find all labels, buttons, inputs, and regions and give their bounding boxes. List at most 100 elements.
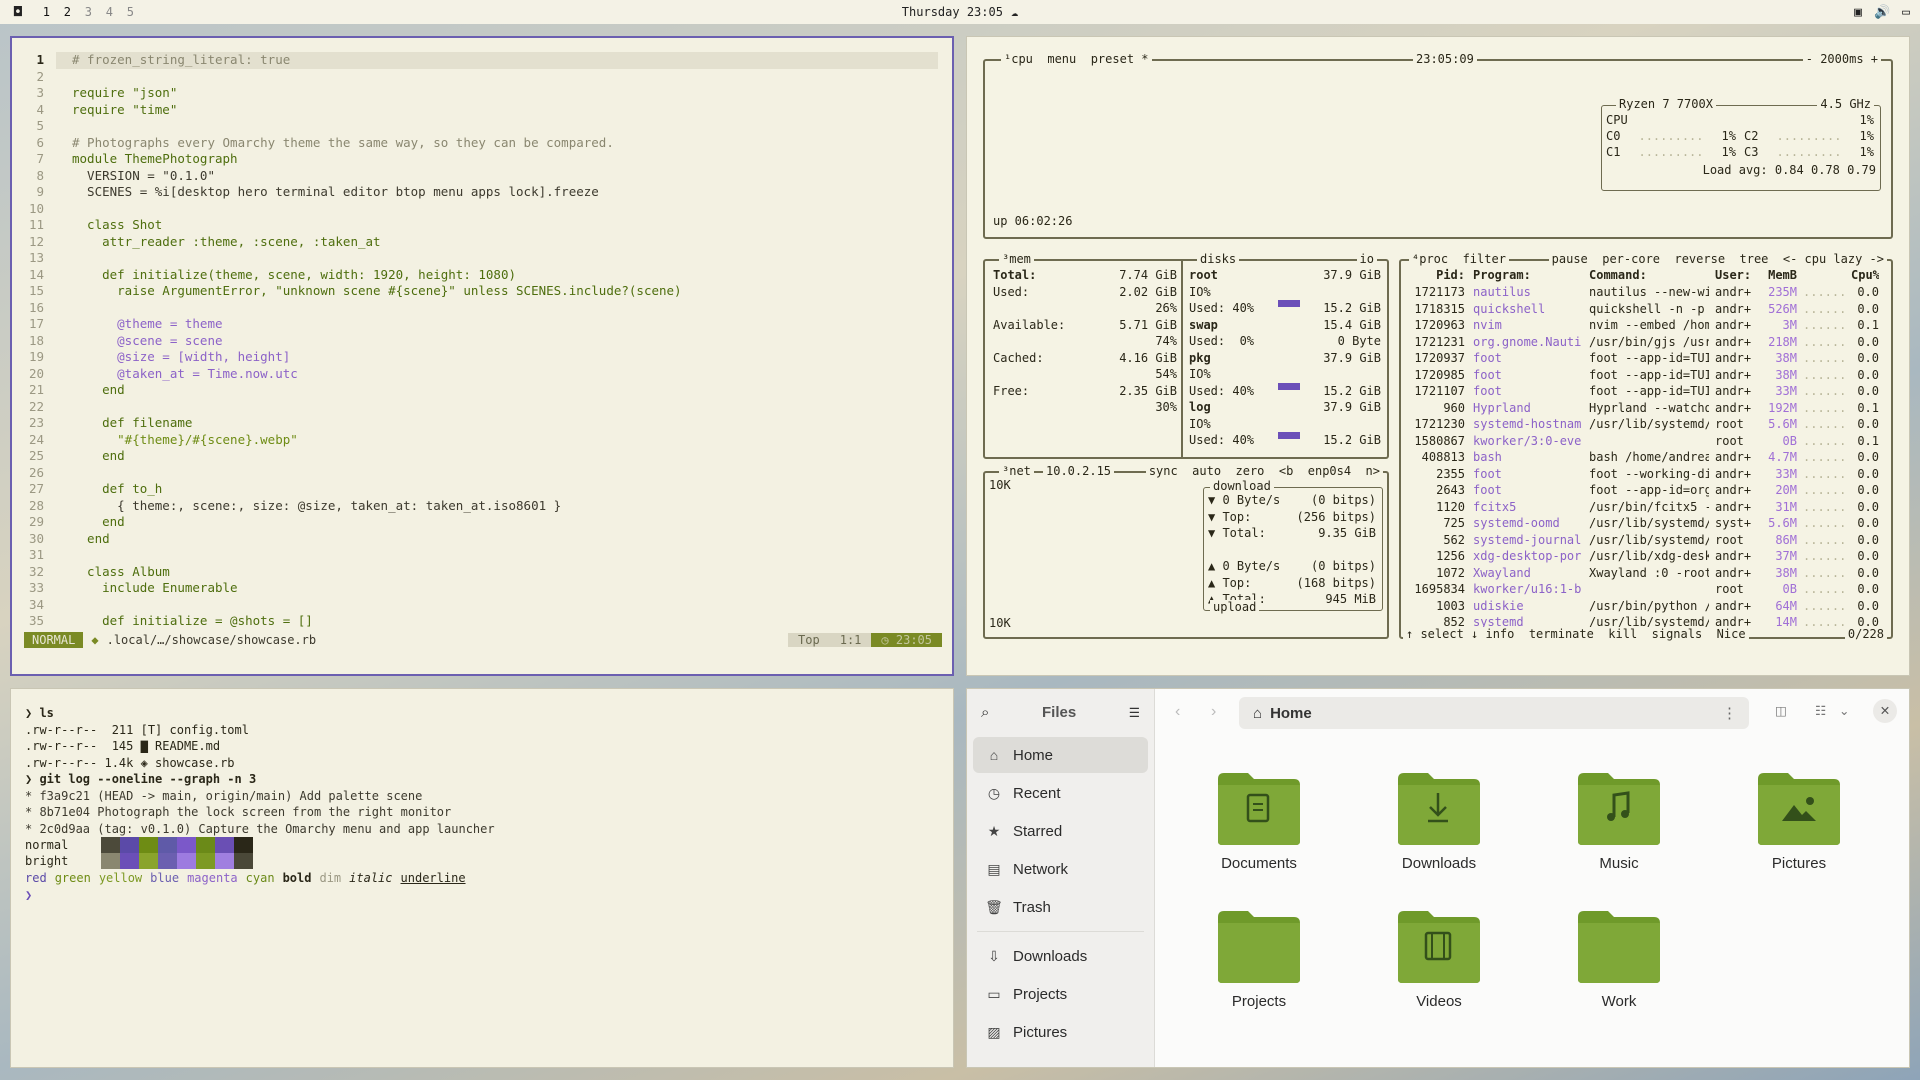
sidebar-item-recent[interactable]: ◷ Recent	[973, 775, 1148, 811]
code-line[interactable]: 21 end	[12, 382, 952, 399]
proc-row[interactable]: 960 Hyprland Hyprland --watchdo andr+ 192M..…	[1401, 400, 1879, 417]
cpu-tabs[interactable]: ¹cpu menu preset *	[1001, 52, 1152, 66]
code-line[interactable]: 7 module ThemePhotograph	[12, 151, 952, 168]
code-line[interactable]: 22	[12, 399, 952, 416]
proc-title[interactable]: ⁴proc filter	[1409, 252, 1509, 266]
code-line[interactable]: 19 @size = [width, height]	[12, 349, 952, 366]
terminal-window[interactable]: ❯ ls .rw-r--r-- 211 [T] config.toml .rw-r-…	[10, 688, 954, 1068]
io-toggle[interactable]: io	[1356, 252, 1377, 266]
code-line[interactable]: 25 end	[12, 448, 952, 465]
code-line[interactable]: 16	[12, 300, 952, 317]
view-list-icon[interactable]: ☷	[1815, 703, 1826, 718]
proc-row[interactable]: 1072 Xwayland Xwayland :0 -rootl andr+ 38M..…	[1401, 565, 1879, 582]
neovim-window[interactable]: 1 # frozen_string_literal: true 2 3 require …	[10, 36, 954, 676]
menu-icon[interactable]: ☰	[1129, 705, 1140, 720]
location-bar[interactable]: ⌂ Home ⋮	[1239, 697, 1749, 729]
location-menu-icon[interactable]: ⋮	[1722, 704, 1737, 722]
proc-row[interactable]: 725 systemd-oomd/usr/lib/systemd/s syst+ 5.…	[1401, 515, 1879, 532]
sidebar-item-trash[interactable]: 🗑 Trash	[973, 889, 1148, 925]
proc-col-header[interactable]: Program:	[1465, 267, 1581, 284]
folder-projects[interactable]: Projects	[1199, 909, 1319, 1010]
proc-row[interactable]: 1720985 foot foot --app-id=TUI. andr+ 38M...…	[1401, 367, 1879, 384]
screen-record-icon[interactable]: ▣	[1854, 5, 1862, 20]
close-icon[interactable]: ✕	[1873, 699, 1897, 723]
code-line[interactable]: 1 # frozen_string_literal: true	[12, 52, 952, 69]
code-line[interactable]: 23 def filename	[12, 415, 952, 432]
folder-downloads[interactable]: Downloads	[1379, 771, 1499, 872]
proc-row[interactable]: 1720937 foot foot --app-id=TUI. andr+ 38M...…	[1401, 350, 1879, 367]
sidebar-item-starred[interactable]: ★ Starred	[973, 813, 1148, 849]
proc-row[interactable]: 1721173 nautilus nautilus --new-win andr+ 23…	[1401, 284, 1879, 301]
workspace-4[interactable]: 4	[99, 5, 120, 19]
code-line[interactable]: 18 @scene = scene	[12, 333, 952, 350]
code-line[interactable]: 35 def initialize = @shots = []	[12, 613, 952, 630]
volume-icon[interactable]: 🔊	[1874, 5, 1890, 20]
prompt[interactable]: ❯	[25, 887, 32, 904]
omarchy-logo-icon[interactable]: ◘	[14, 5, 22, 20]
proc-footer[interactable]: ↑ select ↓ info terminate kill signals N…	[1403, 627, 1749, 641]
code-line[interactable]: 26	[12, 465, 952, 482]
proc-row[interactable]: 2355 foot foot --working-dir andr+ 33M......…	[1401, 466, 1879, 483]
forward-icon[interactable]: ›	[1211, 703, 1216, 721]
cpu-interval[interactable]: - 2000ms +	[1802, 52, 1881, 66]
code-line[interactable]: 32 class Album	[12, 564, 952, 581]
proc-row[interactable]: 1003 udiskie/usr/bin/python /u andr+ 64M...…	[1401, 598, 1879, 615]
workspace-5[interactable]: 5	[120, 5, 141, 19]
proc-col-header[interactable]: User:	[1709, 267, 1757, 284]
code-line[interactable]: 17 @theme = theme	[12, 316, 952, 333]
folder-documents[interactable]: Documents	[1199, 771, 1319, 872]
code-line[interactable]: 34	[12, 597, 952, 614]
files-window[interactable]: ⌕ Files ☰ ⌂ Home ◷ Recent ★ Starred ▤ Network 🗑 T…	[966, 688, 1910, 1068]
clock[interactable]: Thursday 23:05 ☁	[902, 5, 1018, 19]
proc-row[interactable]: 1721230 systemd-hostnam/usr/lib/systemd/s…	[1401, 416, 1879, 433]
screenshot-icon[interactable]: ◫	[1775, 703, 1787, 718]
code-line[interactable]: 4 require "time"	[12, 102, 952, 119]
folder-work[interactable]: Work	[1559, 909, 1679, 1010]
proc-row[interactable]: 1720963 nvim nvim --embed /home andr+ 3M....…	[1401, 317, 1879, 334]
code-line[interactable]: 5	[12, 118, 952, 135]
folder-music[interactable]: Music	[1559, 771, 1679, 872]
proc-col-header[interactable]: Pid:	[1401, 267, 1465, 284]
search-icon[interactable]: ⌕	[981, 704, 989, 721]
sidebar-item-projects[interactable]: ▭ Projects	[973, 976, 1148, 1012]
proc-options[interactable]: pause per-core reverse tree <- cpu lazy …	[1548, 252, 1887, 266]
proc-col-header[interactable]: Cpu%	[1851, 267, 1879, 284]
code-buffer[interactable]: 1 # frozen_string_literal: true 2 3 require …	[12, 52, 952, 630]
code-line[interactable]: 3 require "json"	[12, 85, 952, 102]
proc-col-header[interactable]	[1797, 267, 1851, 284]
folder-pictures[interactable]: Pictures	[1739, 771, 1859, 872]
proc-row[interactable]: 1718315 quickshell quickshell -n -p / andr+…	[1401, 301, 1879, 318]
code-line[interactable]: 10	[12, 201, 952, 218]
code-line[interactable]: 13	[12, 250, 952, 267]
proc-row[interactable]: 1721231 org.gnome.Nauti/usr/bin/gjs /usr/…	[1401, 334, 1879, 351]
code-line[interactable]: 29 end	[12, 514, 952, 531]
code-line[interactable]: 31	[12, 547, 952, 564]
code-line[interactable]: 24 "#{theme}/#{scene}.webp"	[12, 432, 952, 449]
workspace-2[interactable]: 2	[57, 5, 78, 19]
proc-col-header[interactable]: Command:	[1581, 267, 1709, 284]
back-icon[interactable]: ‹	[1175, 703, 1180, 721]
proc-row[interactable]: 1695834 kworker/u16:1-bt root 0B...... 0.0	[1401, 581, 1879, 598]
proc-row[interactable]: 2643 foot foot --app-id=org. andr+ 20M......…	[1401, 482, 1879, 499]
code-line[interactable]: 9 SCENES = %i[desktop hero terminal edit…	[12, 184, 952, 201]
chevron-down-icon[interactable]: ⌄	[1839, 703, 1849, 718]
code-line[interactable]: 8 VERSION = "0.1.0"	[12, 168, 952, 185]
code-line[interactable]: 33 include Enumerable	[12, 580, 952, 597]
sidebar-item-network[interactable]: ▤ Network	[973, 851, 1148, 887]
folder-videos[interactable]: Videos	[1379, 909, 1499, 1010]
proc-col-header[interactable]: MemB	[1757, 267, 1797, 284]
code-line[interactable]: 11 class Shot	[12, 217, 952, 234]
net-options[interactable]: sync auto zero <b enp0s4 n>	[1145, 464, 1383, 478]
btop-window[interactable]: ¹cpu menu preset * 23:05:09 - 2000ms + R…	[966, 36, 1910, 676]
code-line[interactable]: 2	[12, 69, 952, 86]
code-line[interactable]: 30 end	[12, 531, 952, 548]
sidebar-item-downloads[interactable]: ⇩ Downloads	[973, 938, 1148, 974]
code-line[interactable]: 20 @taken_at = Time.now.utc	[12, 366, 952, 383]
notification-icon[interactable]: ▭	[1902, 5, 1910, 20]
sidebar-item-home[interactable]: ⌂ Home	[973, 737, 1148, 773]
code-line[interactable]: 27 def to_h	[12, 481, 952, 498]
code-line[interactable]: 28 { theme:, scene:, size: @size, taken_…	[12, 498, 952, 515]
proc-row[interactable]: 562 systemd-journal/usr/lib/systemd/s root…	[1401, 532, 1879, 549]
process-table[interactable]: 1721173 nautilus nautilus --new-win andr+ 23…	[1401, 284, 1879, 631]
proc-row[interactable]: 1120 fcitx5/usr/bin/fcitx5 -- andr+ 31M....…	[1401, 499, 1879, 516]
